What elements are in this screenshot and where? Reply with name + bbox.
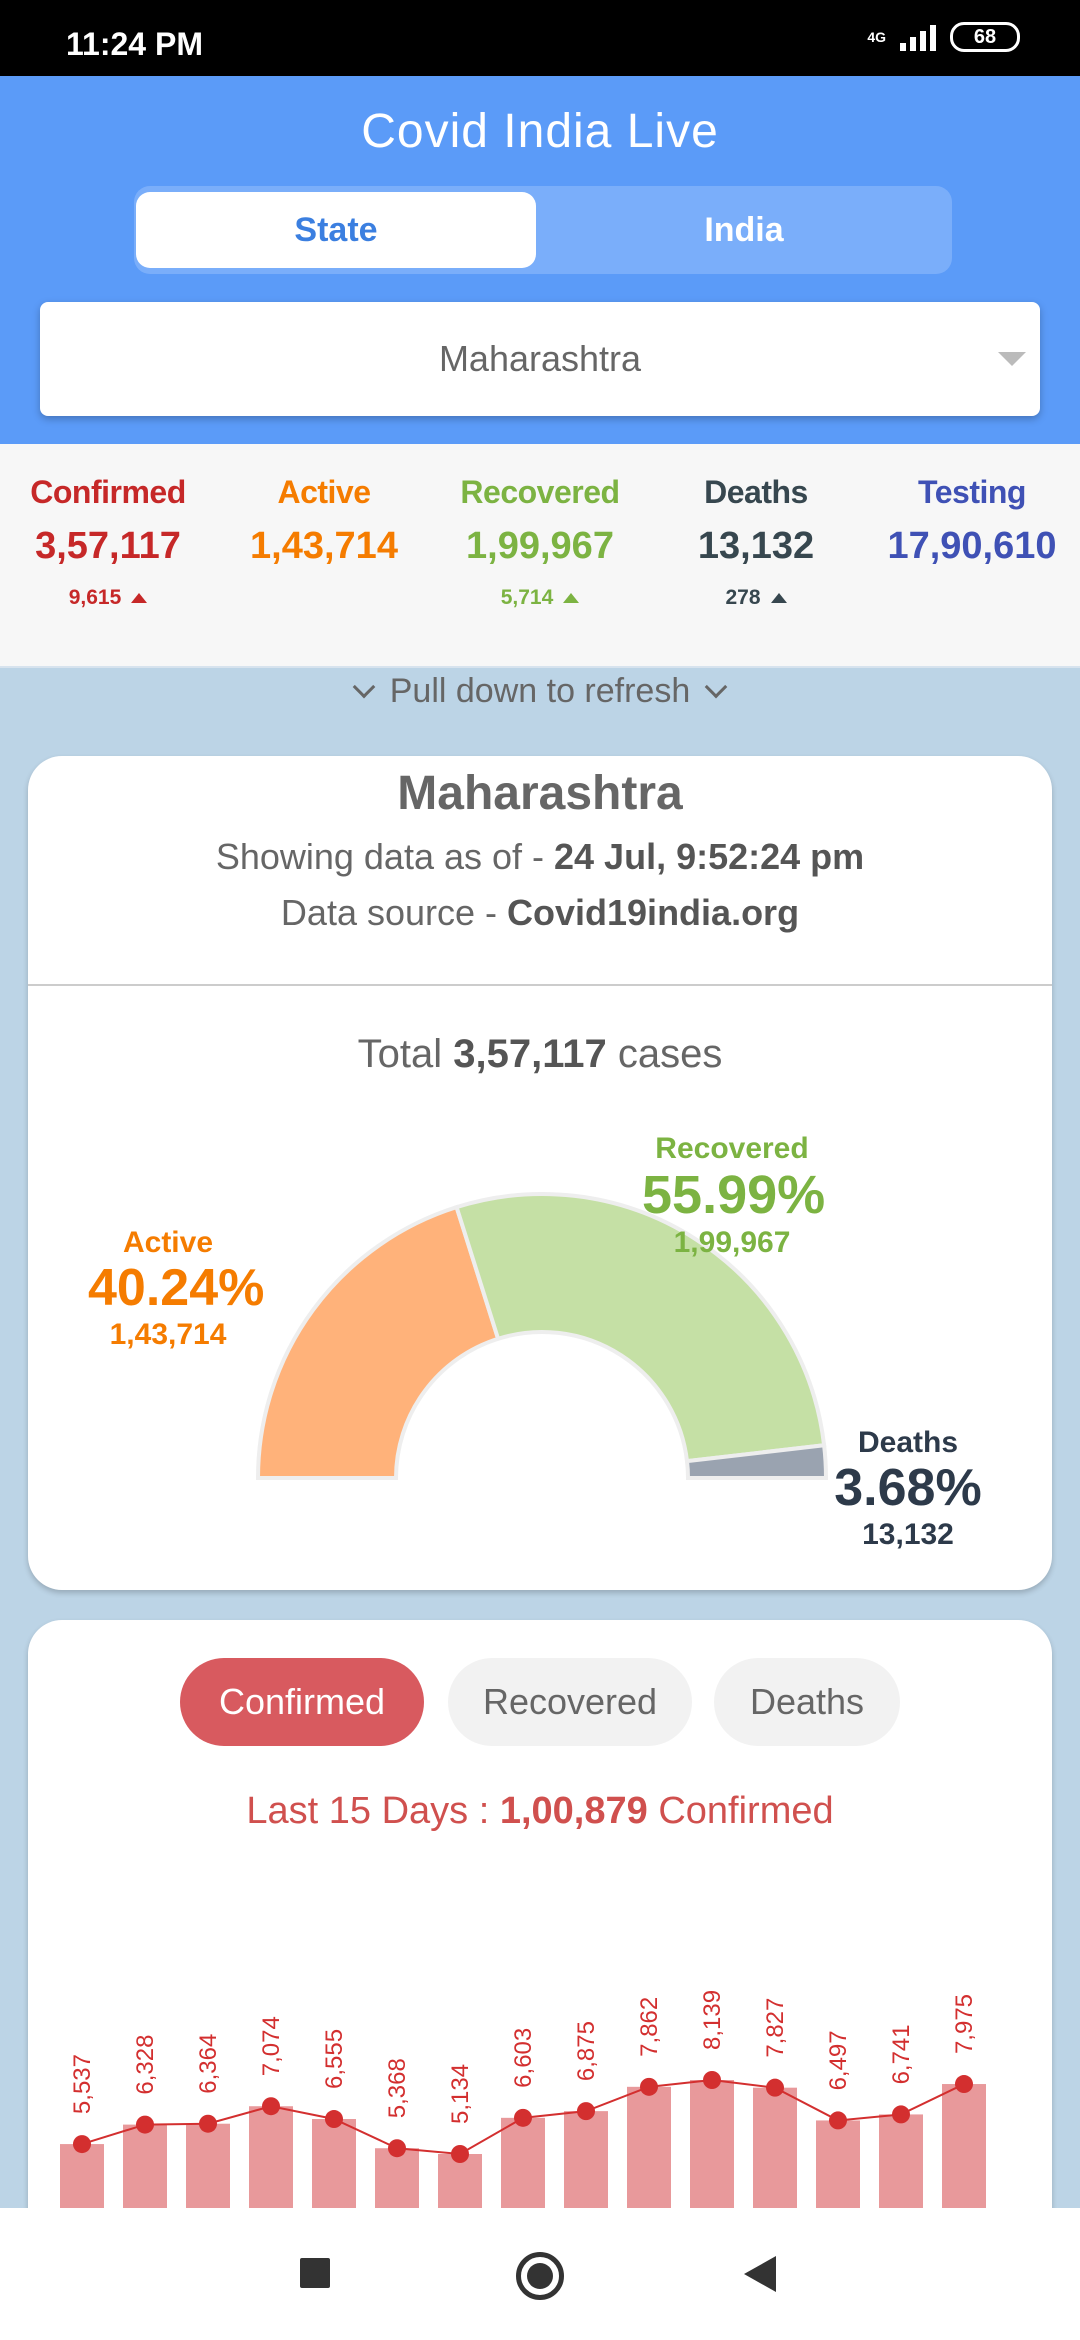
gauge-label-recovered: Recovered 55.99% 1,99,967	[642, 1132, 826, 1259]
data-point	[514, 2108, 532, 2127]
data-point	[199, 2114, 217, 2133]
stat-recovered: Recovered 1,99,967 5,714	[432, 474, 648, 610]
stat-label: Testing	[918, 474, 1026, 510]
state-selector-value: Maharashtra	[438, 338, 642, 379]
stat-label: Active	[277, 474, 371, 510]
slice-label: Deaths	[857, 1426, 959, 1459]
data-label: 8,139	[699, 1990, 726, 2050]
up-arrow-icon	[563, 593, 580, 603]
data-point	[640, 2077, 658, 2096]
data-label: 5,537	[69, 2054, 96, 2114]
data-label: 5,134	[447, 2064, 474, 2124]
data-point	[73, 2135, 91, 2154]
stat-value: 13,132	[697, 525, 815, 567]
up-arrow-icon	[131, 593, 148, 603]
data-point	[955, 2075, 973, 2094]
data-label: 6,741	[888, 2024, 915, 2084]
refresh-text: Pull down to refresh	[389, 672, 691, 710]
pull-to-refresh-hint: Pull down to refresh	[0, 672, 1080, 711]
data-label: 6,603	[510, 2028, 537, 2088]
tab-state[interactable]: State	[136, 192, 536, 268]
slice-label: Recovered	[655, 1132, 809, 1165]
chevron-down-icon	[704, 675, 728, 698]
stat-delta: 5,714	[432, 586, 648, 610]
data-point	[829, 2111, 847, 2130]
state-selector[interactable]: Maharashtra	[40, 302, 1040, 416]
gauge-slice-active	[255, 1204, 501, 1480]
stat-label: Deaths	[704, 474, 808, 510]
scope-tabs: State India	[134, 186, 952, 274]
status-bar: 11:24 PM 4G 68	[0, 0, 1080, 76]
slice-value: 1,43,714	[109, 1318, 227, 1351]
data-point	[388, 2139, 406, 2158]
tab-india[interactable]: India	[544, 192, 944, 268]
data-label: 7,074	[258, 2016, 285, 2076]
slice-value: 13,132	[862, 1518, 954, 1551]
stat-label: Confirmed	[30, 474, 186, 510]
data-point	[451, 2145, 469, 2163]
dropdown-caret-icon	[998, 352, 1026, 366]
data-point	[703, 2071, 721, 2089]
data-label: 7,862	[636, 1997, 663, 2057]
up-arrow-icon	[770, 593, 787, 603]
status-icons: 4G 68	[867, 22, 1020, 52]
stats-bar: Confirmed 3,57,117 9,615 Active 1,43,714…	[0, 444, 1080, 668]
stat-delta: 9,615	[0, 586, 216, 610]
data-label: 5,368	[384, 2058, 411, 2118]
data-point	[766, 2078, 784, 2097]
data-point	[262, 2097, 280, 2116]
home-icon[interactable]	[516, 2252, 564, 2300]
battery-icon: 68	[950, 22, 1020, 52]
stat-value: 1,43,714	[250, 525, 398, 567]
data-label: 6,875	[573, 2021, 600, 2081]
stat-value: 1,99,967	[466, 525, 614, 567]
status-time: 11:24 PM	[66, 26, 203, 62]
data-label: 7,975	[951, 1994, 978, 2054]
stat-deaths: Deaths 13,132 278	[648, 474, 864, 610]
data-label: 6,555	[321, 2029, 348, 2089]
chevron-down-icon	[352, 675, 376, 698]
stat-value: 17,90,610	[887, 525, 1057, 567]
gauge-label-deaths: Deaths 3.68% 13,132	[828, 1428, 988, 1550]
data-point	[136, 2115, 154, 2134]
data-label: 6,497	[825, 2030, 852, 2090]
app-title: Covid India Live	[361, 105, 719, 158]
stat-delta: 278	[648, 586, 864, 610]
summary-card: Maharashtra Showing data as of - 24 Jul,…	[28, 756, 1052, 1590]
slice-value: 1,99,967	[673, 1226, 791, 1259]
stat-label: Recovered	[460, 474, 620, 510]
stat-delta-value: 278	[725, 586, 761, 609]
stat-active: Active 1,43,714	[216, 474, 432, 568]
network-type: 4G	[867, 29, 886, 45]
signal-icon	[900, 23, 936, 51]
recents-icon[interactable]	[300, 2258, 330, 2288]
stat-delta-value: 9,615	[68, 586, 122, 609]
data-label: 7,827	[762, 1998, 789, 2058]
data-label: 6,328	[132, 2035, 159, 2095]
back-icon[interactable]	[744, 2256, 776, 2292]
slice-percent: 40.24%	[88, 1259, 265, 1317]
stat-testing: Testing 17,90,610	[864, 474, 1080, 568]
slice-percent: 3.68%	[834, 1459, 982, 1517]
data-point	[892, 2105, 910, 2124]
system-nav-bar	[0, 2208, 1080, 2340]
data-point	[325, 2110, 343, 2129]
data-label: 6,364	[195, 2034, 222, 2094]
stat-confirmed: Confirmed 3,57,117 9,615	[0, 474, 216, 610]
slice-percent: 55.99%	[642, 1165, 826, 1225]
slice-label: Active	[122, 1226, 214, 1259]
stat-value: 3,57,117	[35, 525, 181, 567]
gauge-label-active: Active 40.24% 1,43,714	[88, 1226, 265, 1351]
data-point	[577, 2102, 595, 2121]
stat-delta-value: 5,714	[500, 586, 554, 609]
battery-level: 68	[973, 25, 997, 48]
